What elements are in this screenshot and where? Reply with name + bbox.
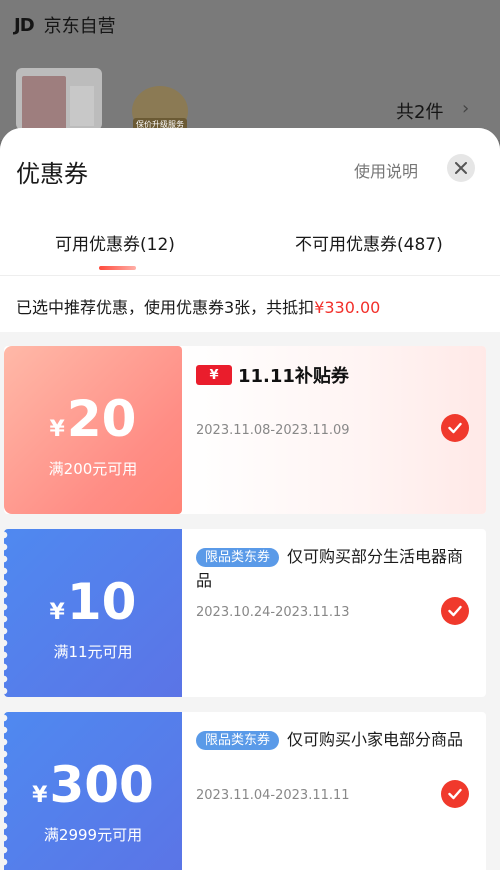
shop-name: 京东自营 xyxy=(43,16,116,37)
coupon-value-panel: ¥ 20 满200元可用 xyxy=(4,346,182,514)
currency-symbol: ¥ xyxy=(32,783,48,808)
currency-symbol: ¥ xyxy=(49,600,65,625)
subsidy-coupon-brand: ¥ 11.11补贴券 xyxy=(196,362,349,388)
subsidy-coupon-title: 11.11补贴券 xyxy=(238,366,349,387)
close-button[interactable] xyxy=(447,154,475,182)
coupon-description-block: 限品类东券 仅可购买小家电部分商品 xyxy=(196,728,466,752)
jd-logo: JD xyxy=(14,14,35,36)
coupon-sheet: 优惠券 使用说明 可用优惠券(12) 不可用优惠券(487) 已选中推荐优惠，使… xyxy=(0,128,500,870)
coupon-validity: 2023.10.24-2023.11.13 xyxy=(196,605,350,620)
shop-header: JD 京东自营 xyxy=(14,12,116,38)
coupon-value-panel: ¥ 300 满2999元可用 xyxy=(4,712,182,870)
coupon-validity: 2023.11.04-2023.11.11 xyxy=(196,788,350,803)
item-count: 共2件 xyxy=(396,102,444,123)
checkmark-icon xyxy=(448,788,462,800)
category-tag: 限品类东券 xyxy=(196,548,280,567)
tab-available-coupons[interactable]: 可用优惠券(12) xyxy=(55,230,175,255)
coupon-card[interactable]: ¥ 300 满2999元可用 限品类东券 仅可购买小家电部分商品 2023.11.… xyxy=(4,712,486,870)
coupon-value: 20 xyxy=(66,390,137,448)
coupon-card[interactable]: ¥ 10 满11元可用 限品类东券 仅可购买部分生活电器商品 2023.10.24… xyxy=(4,529,486,697)
currency-symbol: ¥ xyxy=(49,417,65,442)
coupon-select-checkbox[interactable] xyxy=(441,597,469,625)
category-tag: 限品类东券 xyxy=(196,731,280,750)
coupon-price: ¥ 10 xyxy=(4,575,182,629)
product-thumbnail xyxy=(16,68,102,130)
coupon-condition: 满2999元可用 xyxy=(43,826,143,844)
coupon-select-checkbox[interactable] xyxy=(441,414,469,442)
coupon-condition: 满200元可用 xyxy=(48,460,138,478)
coupon-validity: 2023.11.08-2023.11.09 xyxy=(196,423,350,438)
coupon-value: 10 xyxy=(66,573,137,631)
coupon-price: ¥ 300 xyxy=(4,758,182,812)
sheet-title: 优惠券 xyxy=(16,160,88,188)
close-icon xyxy=(455,162,467,174)
yen-badge-icon: ¥ xyxy=(196,365,232,385)
coupon-info-panel: 限品类东券 仅可购买小家电部分商品 2023.11.04-2023.11.11 xyxy=(182,712,486,870)
coupon-list: ¥ 20 满200元可用 ¥ 11.11补贴券 2023.11.08-2023.… xyxy=(0,332,500,870)
coupon-value-panel: ¥ 10 满11元可用 xyxy=(4,529,182,697)
coupon-condition: 满11元可用 xyxy=(53,643,133,661)
sheet-header: 优惠券 使用说明 xyxy=(0,128,500,208)
coupon-price: ¥ 20 xyxy=(4,392,182,446)
coupon-select-checkbox[interactable] xyxy=(441,780,469,808)
coupon-card[interactable]: ¥ 20 满200元可用 ¥ 11.11补贴券 2023.11.08-2023.… xyxy=(4,346,486,514)
coupon-tabs: 可用优惠券(12) 不可用优惠券(487) xyxy=(0,208,500,276)
coupon-info-panel: ¥ 11.11补贴券 2023.11.08-2023.11.09 xyxy=(182,346,486,514)
usage-instructions-link[interactable]: 使用说明 xyxy=(354,158,418,182)
coupon-info-panel: 限品类东券 仅可购买部分生活电器商品 2023.10.24-2023.11.13 xyxy=(182,529,486,697)
coupon-value: 300 xyxy=(49,756,154,814)
summary-text: 已选中推荐优惠，使用优惠券3张，共抵扣 xyxy=(16,298,315,317)
checkmark-icon xyxy=(448,422,462,434)
coupon-description: 仅可购买小家电部分商品 xyxy=(287,730,464,749)
chevron-right-icon: › xyxy=(462,98,470,119)
discount-summary: 已选中推荐优惠，使用优惠券3张，共抵扣¥330.00 xyxy=(0,276,500,332)
background-page: JD 京东自营 保价升级服务 共2件 › xyxy=(0,0,500,140)
checkmark-icon xyxy=(448,605,462,617)
coupon-description-block: 限品类东券 仅可购买部分生活电器商品 xyxy=(196,545,466,593)
tab-unavailable-coupons[interactable]: 不可用优惠券(487) xyxy=(295,230,443,255)
active-tab-indicator xyxy=(99,266,136,270)
summary-amount: ¥330.00 xyxy=(314,298,381,317)
